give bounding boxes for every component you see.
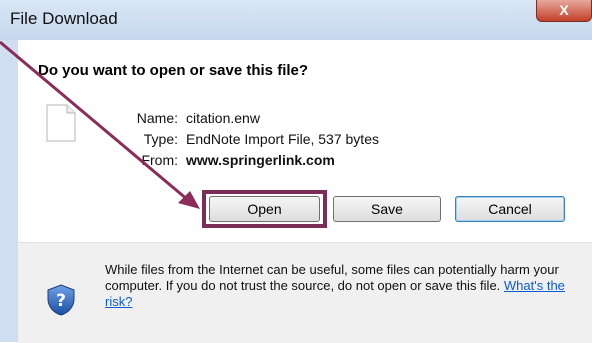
title-bar[interactable]: File Download X [0, 0, 592, 40]
file-download-dialog: File Download X Do you want to open or s… [0, 0, 592, 343]
type-value: EndNote Import File, 537 bytes [186, 131, 379, 147]
open-button-highlight [202, 190, 327, 228]
window-frame-left [0, 40, 18, 342]
close-icon: X [559, 2, 569, 18]
name-value: citation.enw [186, 110, 260, 126]
name-label: Name: [136, 110, 178, 126]
file-icon [46, 104, 76, 142]
type-label: Type: [143, 131, 178, 147]
shield-question-icon: ? [47, 284, 75, 316]
dialog-question: Do you want to open or save this file? [38, 62, 309, 79]
security-warning: While files from the Internet can be use… [105, 262, 575, 310]
window-title: File Download [10, 9, 118, 28]
warning-text: While files from the Internet can be use… [105, 262, 559, 293]
cancel-button[interactable]: Cancel [455, 196, 565, 222]
svg-text:?: ? [56, 291, 66, 311]
from-value: www.springerlink.com [186, 152, 335, 168]
close-button[interactable]: X [536, 0, 592, 22]
save-button[interactable]: Save [333, 196, 441, 222]
from-label: From: [141, 152, 178, 168]
